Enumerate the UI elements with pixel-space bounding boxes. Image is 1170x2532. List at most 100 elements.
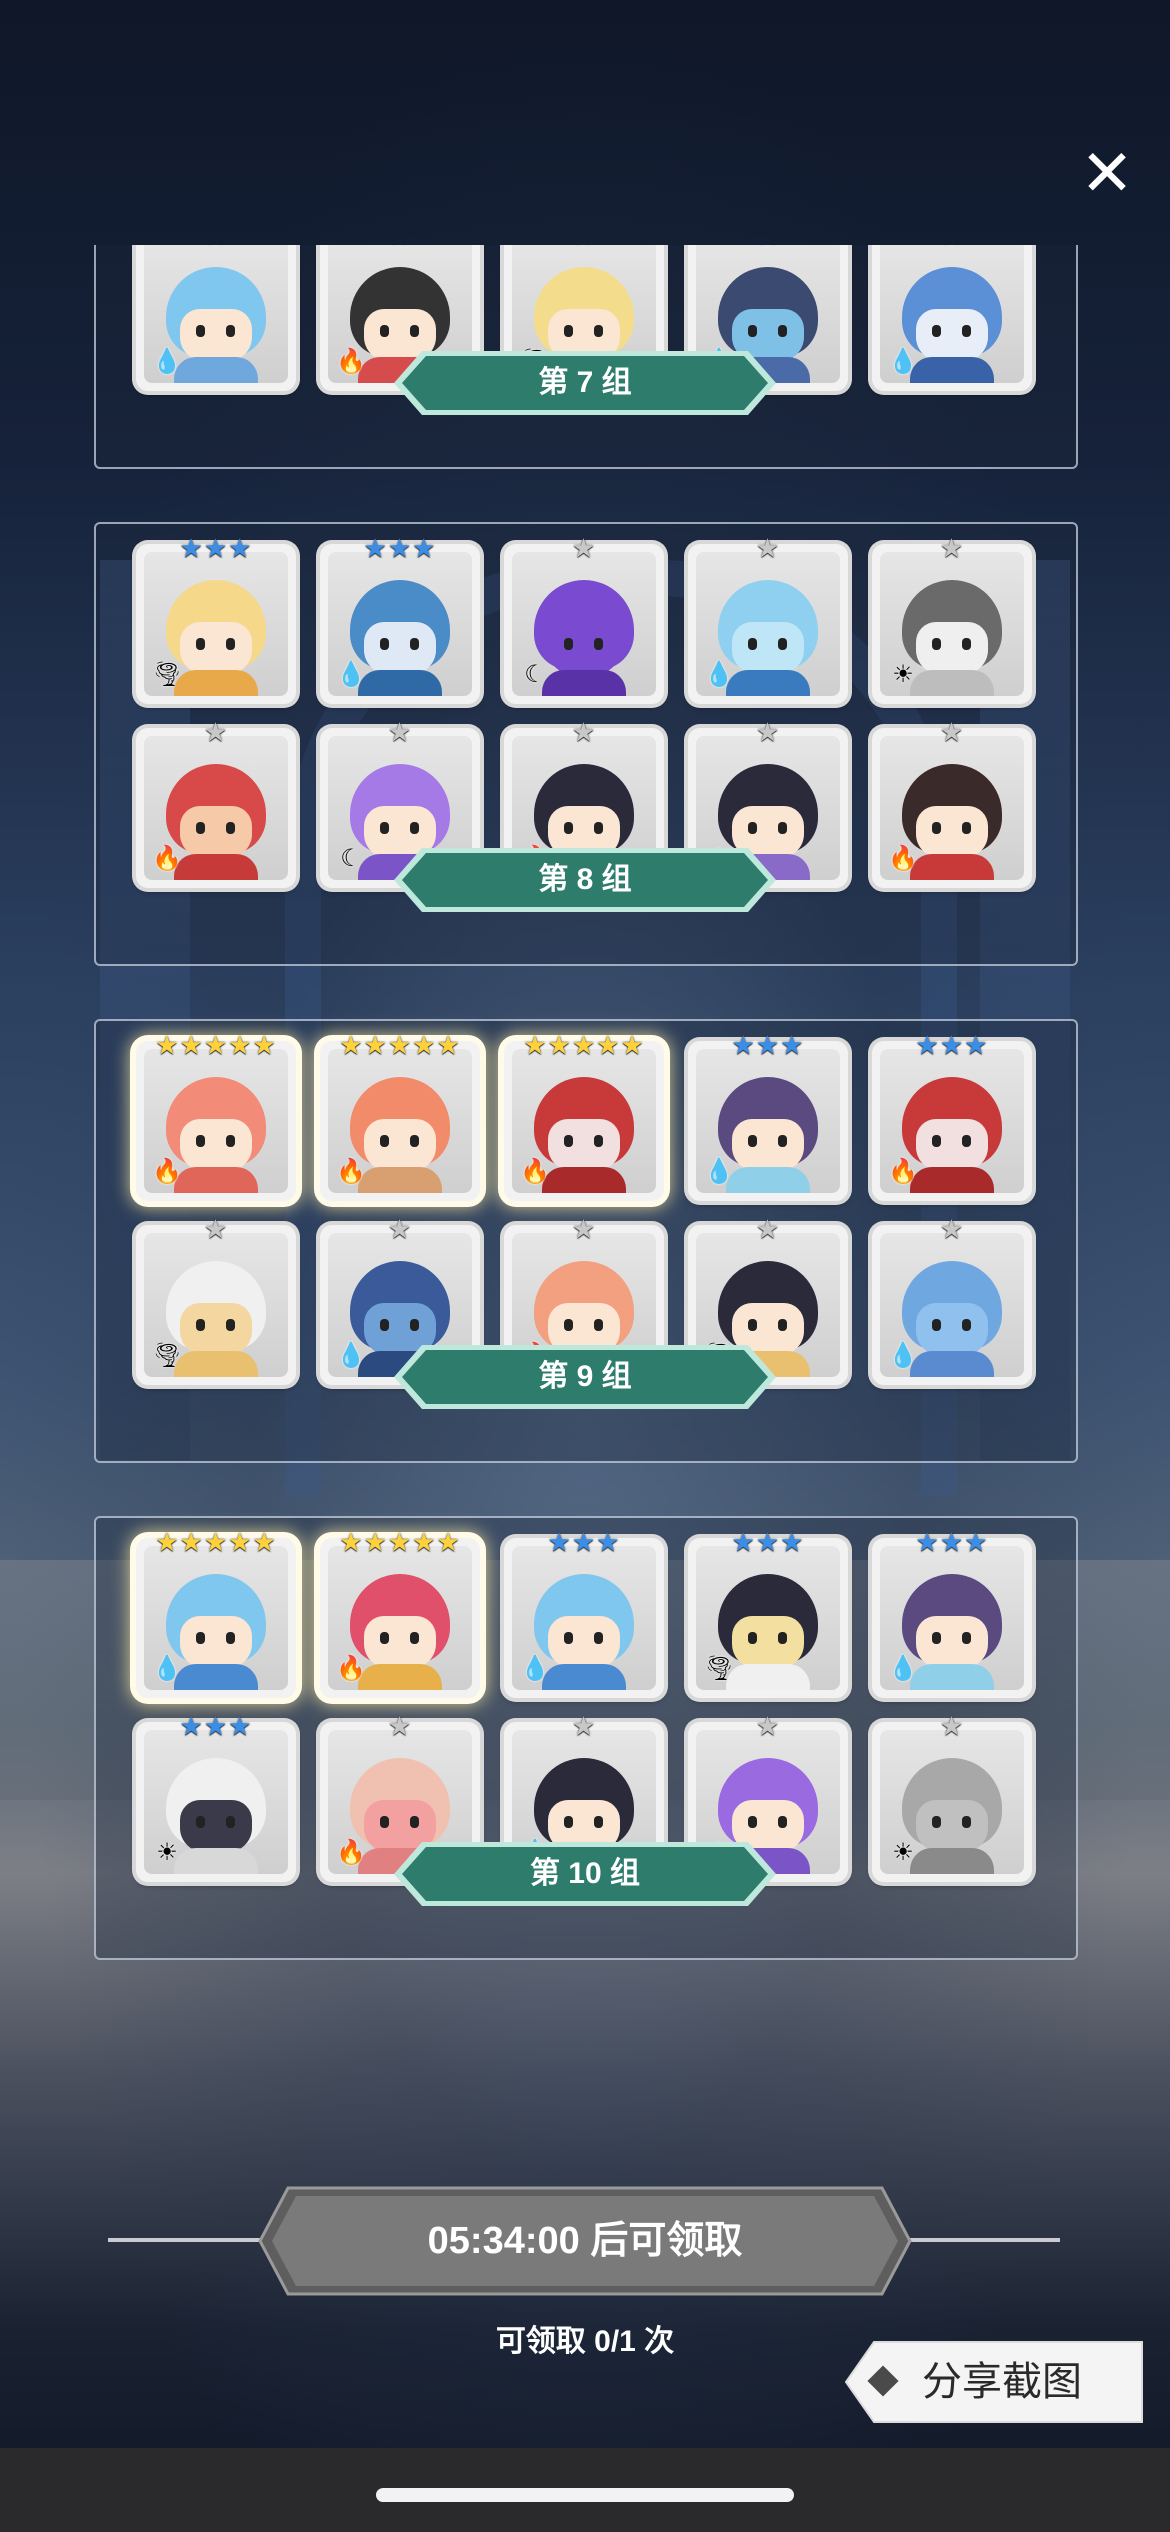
hero-body: [910, 1167, 994, 1193]
group-label-text: 第 9 组: [538, 1360, 632, 1393]
hero-card[interactable]: 💧 ★★★: [872, 1528, 1032, 1698]
hero-eye: [196, 638, 205, 650]
hero-face: [916, 806, 988, 858]
hero-body: [174, 1351, 258, 1377]
hero-face: [180, 806, 252, 858]
hero-card[interactable]: 🔥★: [136, 718, 296, 888]
group-label: 第 10 组: [392, 1840, 778, 1908]
hero-eye: [564, 1135, 573, 1147]
hero-eye: [962, 1319, 971, 1331]
hero-eye: [380, 638, 389, 650]
hero-eye: [778, 1319, 787, 1331]
hero-body: [726, 1664, 810, 1690]
hero-card[interactable]: 🔥 ★★★: [872, 1031, 1032, 1201]
hero-card[interactable]: 💧★: [872, 1215, 1032, 1385]
hero-eye: [380, 1319, 389, 1331]
hero-card[interactable]: 🔥 ★★★★★: [136, 1031, 296, 1201]
hero-face: [180, 1800, 252, 1852]
hero-portrait: 💧: [144, 1546, 288, 1690]
hero-card[interactable]: ☀ ★★★: [136, 1712, 296, 1882]
hero-card[interactable]: 🔥 ★★★★★: [504, 1031, 664, 1201]
hero-portrait: ☀: [880, 552, 1024, 696]
hero-face: [364, 622, 436, 674]
hero-card[interactable]: 🌪 ★★★: [688, 1528, 848, 1698]
hero-card[interactable]: ☀ ★: [872, 1712, 1032, 1882]
hero-eye: [564, 1816, 573, 1828]
earth-element-icon: 🌪: [704, 1655, 735, 1682]
hero-card[interactable]: 💧★: [688, 534, 848, 704]
hero-card[interactable]: 🔥 ★★★★★: [320, 1528, 480, 1698]
water-element-icon: 💧: [704, 1158, 734, 1185]
hero-eye: [594, 822, 603, 834]
hero-face: [548, 622, 620, 674]
hero-portrait: 🔥: [328, 1546, 472, 1690]
water-element-icon: 💧: [336, 1342, 366, 1369]
hero-body: [174, 357, 258, 383]
home-indicator[interactable]: [376, 2488, 794, 2502]
hero-eye: [932, 638, 941, 650]
hero-eye: [564, 1319, 573, 1331]
hero-portrait: 🔥: [880, 1049, 1024, 1193]
hero-card[interactable]: 🔥 ★★★★★: [320, 1031, 480, 1201]
hero-eye: [226, 1319, 235, 1331]
hero-card[interactable]: ☀ ★: [872, 534, 1032, 704]
hero-eye: [962, 638, 971, 650]
hero-eye: [778, 1816, 787, 1828]
group-label: 第 7 组: [392, 349, 778, 417]
hero-eye: [196, 1319, 205, 1331]
hero-eye: [594, 1632, 603, 1644]
hero-eye: [226, 325, 235, 337]
hero-card[interactable]: 💧 ★★★★★: [136, 1528, 296, 1698]
hero-body: [358, 1167, 442, 1193]
hero-eye: [594, 325, 603, 337]
hero-eye: [748, 638, 757, 650]
hero-eye: [564, 822, 573, 834]
hero-eye: [226, 1135, 235, 1147]
hero-eye: [410, 638, 419, 650]
fire-element-icon: 🔥: [888, 1158, 918, 1185]
hero-card[interactable]: ☾★: [504, 534, 664, 704]
hero-body: [174, 854, 258, 880]
close-button[interactable]: ✕: [1072, 138, 1142, 208]
hero-eye: [748, 325, 757, 337]
hero-eye: [962, 1632, 971, 1644]
hero-portrait: 🌪: [144, 1233, 288, 1377]
hero-eye: [778, 822, 787, 834]
hero-card[interactable]: 💧★: [872, 245, 1032, 391]
hero-card[interactable]: 🌪 ★★★: [136, 534, 296, 704]
hero-eye: [778, 1135, 787, 1147]
hero-portrait: ☀: [880, 1730, 1024, 1874]
hero-card[interactable]: 💧★: [136, 245, 296, 391]
hero-eye: [962, 325, 971, 337]
fire-element-icon: 🔥: [336, 348, 366, 375]
hero-eye: [380, 325, 389, 337]
hero-body: [174, 1848, 258, 1874]
hero-portrait: 🌪: [144, 552, 288, 696]
share-screenshot-button[interactable]: 分享截图: [844, 2340, 1144, 2424]
hero-eye: [932, 822, 941, 834]
hero-eye: [778, 638, 787, 650]
hero-portrait: 💧: [880, 1233, 1024, 1377]
hero-card[interactable]: 💧 ★★★: [320, 534, 480, 704]
hero-body: [726, 1167, 810, 1193]
hero-card[interactable]: 🌪★: [136, 1215, 296, 1385]
hero-eye: [410, 1135, 419, 1147]
group-label-text: 第 10 组: [529, 1857, 641, 1890]
group-list[interactable]: 💧💧☀☾💧💧★🔥★🌪★💧★💧★第 7 组🌪★★★💧★★★☾★💧★☀★🔥★☾★🔥★…: [0, 245, 1170, 2125]
hero-face: [916, 309, 988, 361]
water-element-icon: 💧: [704, 661, 734, 688]
hero-eye: [962, 1135, 971, 1147]
group-label-text: 第 8 组: [538, 863, 632, 896]
hero-eye: [410, 1816, 419, 1828]
claim-divider-right: [892, 2238, 1060, 2242]
hero-eye: [932, 1319, 941, 1331]
hero-eye: [226, 1632, 235, 1644]
hero-eye: [564, 638, 573, 650]
hero-card[interactable]: 🔥★: [872, 718, 1032, 888]
hero-card[interactable]: 💧 ★★★: [504, 1528, 664, 1698]
claim-button[interactable]: 05:34:00 后可领取: [258, 2186, 912, 2296]
hero-eye: [932, 1135, 941, 1147]
earth-element-icon: 🌪: [152, 1342, 183, 1369]
hero-eye: [778, 1632, 787, 1644]
hero-card[interactable]: 💧 ★★★: [688, 1031, 848, 1201]
